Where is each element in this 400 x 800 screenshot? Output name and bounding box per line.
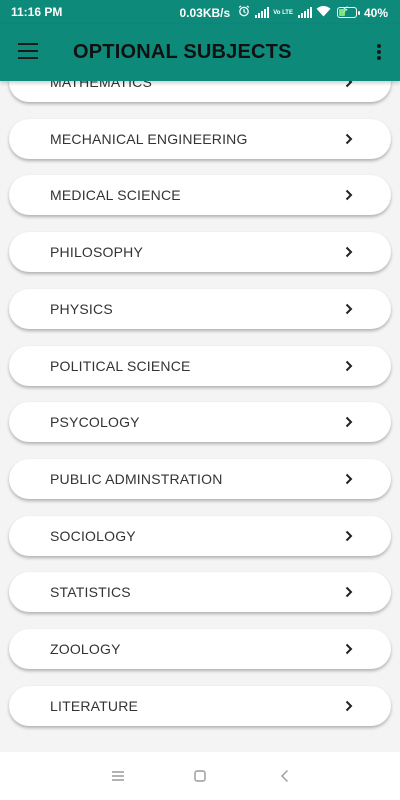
charging-bolt-icon: ⚡	[341, 5, 349, 16]
list-item[interactable]: MATHEMATICS	[9, 81, 391, 102]
home-icon[interactable]	[190, 766, 210, 786]
list-item[interactable]: STATISTICS	[9, 572, 391, 613]
list-item[interactable]: ZOOLOGY	[9, 629, 391, 669]
subject-label: MATHEMATICS	[50, 81, 153, 90]
system-nav-bar	[0, 752, 400, 800]
subject-label: LITERATURE	[50, 697, 139, 714]
list-item[interactable]: PHILOSOPHY	[9, 232, 391, 273]
alarm-icon	[238, 5, 250, 20]
battery-charging-icon: ⚡	[336, 5, 360, 18]
subject-label: ZOOLOGY	[50, 641, 121, 657]
status-time: 11:16 PM	[11, 5, 63, 19]
chevron-right-icon	[345, 700, 353, 711]
list-item[interactable]: SOCIOLOGY	[9, 515, 391, 556]
chevron-right-icon	[345, 303, 353, 315]
list-item[interactable]: PSYCOLOGY	[9, 402, 391, 443]
subject-list-container[interactable]: MATHEMATICS MECHANICAL ENGINEERING MEDIC…	[0, 81, 400, 752]
status-icons: 0.03KB/s Vo LTE ⚡ 40%	[179, 5, 388, 20]
chevron-right-icon	[345, 81, 353, 88]
chevron-right-icon	[345, 190, 353, 201]
status-bar: 11:16 PM 0.03KB/s Vo LTE ⚡ 40%	[0, 0, 400, 24]
list-item[interactable]: MECHANICAL ENGINEERING	[9, 118, 391, 159]
recents-icon[interactable]	[108, 766, 128, 786]
list-item[interactable]: LITERATURE	[9, 685, 391, 726]
subject-label: PUBLIC ADMINSTRATION	[50, 470, 223, 487]
chevron-right-icon	[345, 360, 353, 371]
list-item[interactable]: PUBLIC ADMINSTRATION	[9, 458, 391, 499]
app-bar: OPTIONAL SUBJECTS	[0, 24, 400, 81]
list-item[interactable]: POLITICAL SCIENCE	[9, 345, 391, 386]
back-icon[interactable]	[275, 766, 295, 786]
subject-label: POLITICAL SCIENCE	[50, 357, 191, 374]
signal-icon	[297, 7, 312, 18]
chevron-right-icon	[345, 416, 353, 428]
subject-label: PSYCOLOGY	[50, 414, 140, 431]
subject-label: STATISTICS	[50, 584, 131, 601]
subject-label: SOCIOLOGY	[50, 527, 136, 544]
subject-label: PHILOSOPHY	[50, 244, 144, 261]
wifi-icon	[316, 5, 331, 20]
volte-icon: Vo LTE	[273, 9, 293, 16]
chevron-right-icon	[345, 530, 353, 541]
list-item[interactable]: PHYSICS	[9, 288, 391, 329]
chevron-right-icon	[345, 246, 353, 258]
subject-label: MEDICAL SCIENCE	[50, 187, 181, 204]
chevron-right-icon	[345, 133, 353, 144]
chevron-right-icon	[345, 473, 353, 485]
signal-icon	[255, 7, 270, 18]
hamburger-menu-icon[interactable]	[18, 43, 38, 59]
subject-label: MECHANICAL ENGINEERING	[50, 130, 248, 147]
page-title: OPTIONAL SUBJECTS	[73, 41, 292, 63]
network-speed: 0.03KB/s	[179, 5, 231, 20]
subject-label: PHYSICS	[50, 300, 113, 317]
chevron-right-icon	[345, 587, 353, 598]
more-vert-icon[interactable]	[376, 44, 382, 62]
battery-percent: 40%	[363, 5, 388, 20]
chevron-right-icon	[345, 643, 353, 655]
list-item[interactable]: MEDICAL SCIENCE	[9, 175, 391, 216]
